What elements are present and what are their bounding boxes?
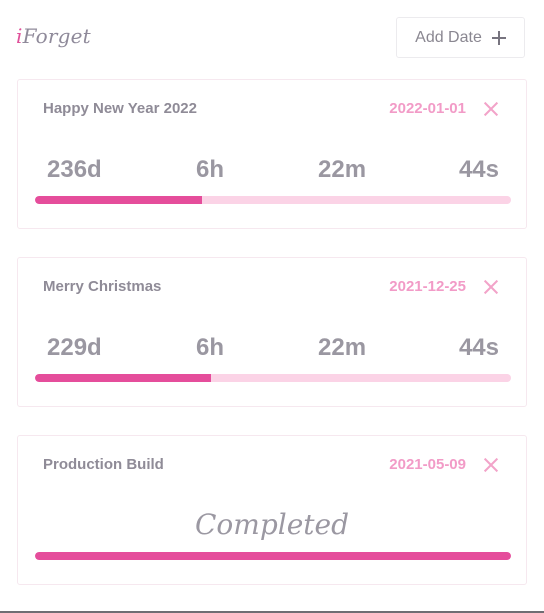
progress-fill xyxy=(35,196,202,204)
close-icon[interactable] xyxy=(484,280,498,294)
event-card: Merry Christmas 2021-12-25 229d 6h 22m 4… xyxy=(17,257,527,407)
countdown-minutes: 22m xyxy=(318,156,367,183)
app-logo: iForget xyxy=(16,24,91,48)
progress-bar xyxy=(35,196,511,204)
add-date-label: Add Date xyxy=(415,28,482,46)
close-icon[interactable] xyxy=(484,102,498,116)
plus-icon xyxy=(491,30,506,45)
countdown-hours: 6h xyxy=(196,156,225,183)
progress-bar xyxy=(35,374,511,382)
header: iForget Add Date xyxy=(0,0,544,74)
event-date: 2022-01-01 xyxy=(389,100,466,117)
countdown-days: 236d xyxy=(47,156,102,183)
countdown-seconds: 44s xyxy=(458,334,499,361)
countdown: 229d 6h 22m 44s xyxy=(47,334,499,364)
completed-label: Completed xyxy=(194,508,350,541)
logo-accent: i xyxy=(16,24,23,48)
event-title: Happy New Year 2022 xyxy=(43,100,197,117)
progress-fill xyxy=(35,552,511,560)
app-root: iForget Add Date Happy New Year 2022 202… xyxy=(0,0,544,613)
countdown-days: 229d xyxy=(47,334,102,361)
event-title: Production Build xyxy=(43,456,164,473)
logo-text: Forget xyxy=(22,24,91,48)
progress-fill xyxy=(35,374,212,382)
countdown-seconds: 44s xyxy=(458,156,499,183)
add-date-button[interactable]: Add Date xyxy=(396,17,525,58)
progress-bar xyxy=(35,552,511,560)
event-title: Merry Christmas xyxy=(43,278,162,295)
event-card: Happy New Year 2022 2022-01-01 236d 6h 2… xyxy=(17,79,527,229)
event-date: 2021-12-25 xyxy=(389,278,466,295)
event-date: 2021-05-09 xyxy=(389,456,466,473)
countdown-hours: 6h xyxy=(196,334,225,361)
countdown: 236d 6h 22m 44s xyxy=(47,156,499,186)
close-icon[interactable] xyxy=(484,458,498,472)
countdown-minutes: 22m xyxy=(318,334,367,361)
event-card: Production Build 2021-05-09 Completed xyxy=(17,435,527,585)
